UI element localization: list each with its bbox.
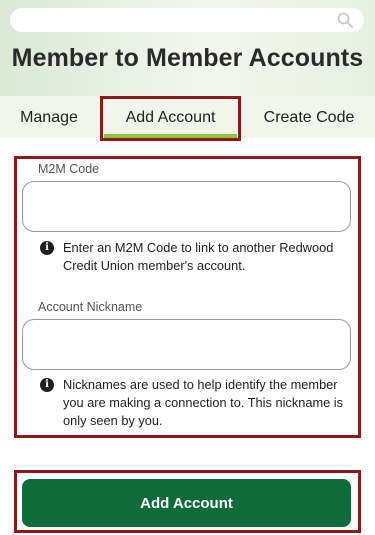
m2m-code-help-text: Enter an M2M Code to link to another Red… xyxy=(63,240,334,273)
tab-create-code[interactable]: Create Code xyxy=(243,96,375,138)
info-icon: i xyxy=(40,241,54,255)
account-nickname-label: Account Nickname xyxy=(38,300,143,314)
account-nickname-help-text: Nicknames are used to help identify the … xyxy=(63,377,344,428)
add-account-button[interactable]: Add Account xyxy=(22,479,351,527)
tab-add-account[interactable]: Add Account xyxy=(100,96,241,138)
search-bar[interactable] xyxy=(10,8,364,32)
active-tab-indicator xyxy=(104,134,237,138)
m2m-code-label: M2M Code xyxy=(38,162,100,176)
account-nickname-input[interactable] xyxy=(22,319,351,370)
search-icon[interactable] xyxy=(336,11,354,29)
info-icon: i xyxy=(40,378,54,392)
page-title: Member to Member Accounts xyxy=(11,44,364,72)
m2m-code-input[interactable] xyxy=(22,181,351,232)
tab-manage[interactable]: Manage xyxy=(0,96,98,138)
tab-bar: Manage Add Account Create Code xyxy=(0,96,375,138)
